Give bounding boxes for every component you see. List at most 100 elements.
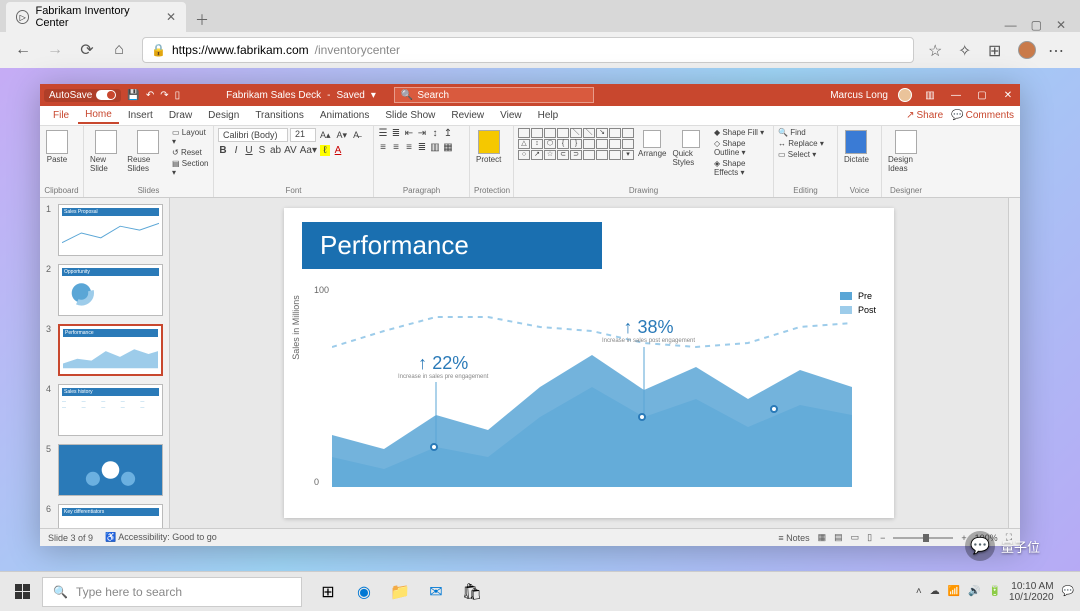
more-icon[interactable]: ⋯ (1048, 41, 1066, 59)
ppt-maximize-icon[interactable]: ▢ (974, 90, 990, 101)
menu-design[interactable]: Design (201, 108, 246, 123)
explorer-icon[interactable]: 📁 (384, 576, 416, 608)
design-ideas-button[interactable]: Design Ideas (886, 128, 926, 175)
zoom-slider[interactable] (893, 537, 953, 539)
user-avatar-icon[interactable] (898, 88, 912, 102)
menu-transitions[interactable]: Transitions (248, 108, 311, 123)
shadow-button[interactable]: ab (270, 145, 281, 156)
menu-slideshow[interactable]: Slide Show (378, 108, 442, 123)
shrink-font-icon[interactable]: A▾ (335, 130, 350, 141)
slide-canvas[interactable]: Performance Pre Post Sales in Millions 1… (170, 198, 1008, 528)
replace-button[interactable]: ↔ Replace ▾ (778, 139, 824, 148)
menu-file[interactable]: File (46, 108, 76, 123)
chart[interactable]: Pre Post Sales in Millions 100 0 (302, 277, 876, 497)
font-color-button[interactable]: A (333, 145, 343, 156)
reset-button[interactable]: ↺ Reset (172, 148, 209, 157)
slideshow-icon[interactable]: ▯ (175, 90, 181, 101)
new-slide-button[interactable]: New Slide (88, 128, 123, 175)
indent-dec-icon[interactable]: ⇤ (404, 128, 414, 139)
browser-tab[interactable]: ▷ Fabrikam Inventory Center ✕ (6, 2, 186, 32)
shape-effects-button[interactable]: ◈ Shape Effects ▾ (714, 159, 769, 177)
quick-styles-button[interactable]: Quick Styles (670, 128, 711, 169)
thumb-2[interactable]: 2Opportunity (46, 264, 163, 316)
zoom-out-icon[interactable]: − (880, 533, 885, 543)
notes-button[interactable]: ≡ Notes (778, 533, 809, 543)
reuse-slides-button[interactable]: Reuse Slides (125, 128, 170, 175)
task-view-icon[interactable]: ⊞ (312, 576, 344, 608)
share-button[interactable]: ↗ Share (906, 110, 943, 121)
smartart-icon[interactable]: ▦ (443, 142, 453, 153)
highlight-button[interactable]: ℓ (320, 145, 330, 156)
onedrive-icon[interactable]: ☁ (930, 586, 940, 597)
home-icon[interactable]: ⌂ (110, 41, 128, 59)
italic-button[interactable]: I (231, 145, 241, 156)
columns-icon[interactable]: ▥ (430, 142, 440, 153)
normal-view-icon[interactable]: ▦ (818, 532, 827, 543)
autosave-toggle[interactable]: AutoSave (44, 89, 121, 102)
battery-icon[interactable]: 🔋 (989, 586, 1001, 597)
comments-button[interactable]: 💬 Comments (951, 110, 1014, 121)
volume-icon[interactable]: 🔊 (968, 586, 980, 597)
url-input[interactable]: 🔒 https://www.fabrikam.com/inventorycent… (142, 37, 914, 63)
close-icon[interactable]: ✕ (1056, 18, 1066, 32)
wifi-icon[interactable]: 📶 (948, 586, 960, 597)
thumb-4[interactable]: 4Sales history—————————— (46, 384, 163, 436)
shape-fill-button[interactable]: ◆ Shape Fill ▾ (714, 128, 769, 137)
layout-button[interactable]: ▭ Layout ▾ (172, 128, 209, 146)
tab-close-icon[interactable]: ✕ (166, 10, 176, 24)
save-icon[interactable]: 💾 (127, 90, 139, 101)
clear-format-icon[interactable]: A̶ (351, 130, 361, 140)
tell-me-search[interactable]: 🔍 Search (394, 87, 594, 103)
ribbon-display-icon[interactable]: ▥ (922, 90, 938, 101)
thumb-3[interactable]: 3Performance (46, 324, 163, 376)
thumb-1[interactable]: 1Sales Proposal (46, 204, 163, 256)
thumb-6[interactable]: 6Key differentiators (46, 504, 163, 528)
maximize-icon[interactable]: ▢ (1031, 18, 1042, 32)
undo-icon[interactable]: ↶ (146, 90, 154, 101)
section-button[interactable]: ▤ Section ▾ (172, 159, 209, 177)
align-right-icon[interactable]: ≡ (404, 142, 414, 153)
chevron-down-icon[interactable]: ▾ (371, 90, 376, 101)
tray-chevron-icon[interactable]: ˄ (916, 586, 922, 597)
edge-icon[interactable]: ◉ (348, 576, 380, 608)
redo-icon[interactable]: ↷ (160, 90, 168, 101)
select-button[interactable]: ▭ Select ▾ (778, 150, 824, 159)
bullets-icon[interactable]: ☰ (378, 128, 388, 139)
grow-font-icon[interactable]: A▴ (318, 130, 333, 141)
vertical-scrollbar[interactable] (1008, 198, 1020, 528)
menu-insert[interactable]: Insert (121, 108, 160, 123)
spacing-button[interactable]: AV (284, 145, 297, 156)
menu-home[interactable]: Home (78, 107, 119, 124)
accessibility-status[interactable]: ♿ Accessibility: Good to go (105, 532, 217, 543)
align-center-icon[interactable]: ≡ (391, 142, 401, 153)
case-button[interactable]: Aa▾ (300, 145, 317, 156)
store-icon[interactable]: 🛍 (456, 576, 488, 608)
slide-count[interactable]: Slide 3 of 9 (48, 533, 93, 543)
font-family-select[interactable]: Calibri (Body) (218, 128, 288, 142)
ppt-minimize-icon[interactable]: — (948, 90, 964, 101)
arrange-button[interactable]: Arrange (636, 128, 668, 160)
menu-animations[interactable]: Animations (313, 108, 376, 123)
menu-help[interactable]: Help (531, 108, 566, 123)
align-left-icon[interactable]: ≡ (378, 142, 388, 153)
paste-button[interactable]: Paste (44, 128, 70, 166)
linespace-icon[interactable]: ↕ (430, 128, 440, 139)
back-icon[interactable]: ← (14, 41, 32, 59)
menu-draw[interactable]: Draw (162, 108, 199, 123)
textdir-icon[interactable]: ↥ (443, 128, 453, 139)
underline-button[interactable]: U (244, 145, 254, 156)
taskbar-search[interactable]: 🔍 Type here to search (42, 577, 302, 607)
profile-avatar[interactable] (1018, 41, 1036, 59)
font-size-select[interactable]: 21 (290, 128, 316, 142)
shape-outline-button[interactable]: ◇ Shape Outline ▾ (714, 139, 769, 157)
menu-view[interactable]: View (493, 108, 529, 123)
sorter-view-icon[interactable]: ▤ (834, 532, 843, 543)
ppt-close-icon[interactable]: ✕ (1000, 90, 1016, 101)
justify-icon[interactable]: ≣ (417, 142, 427, 153)
menu-review[interactable]: Review (444, 108, 491, 123)
indent-inc-icon[interactable]: ⇥ (417, 128, 427, 139)
strike-button[interactable]: S (257, 145, 267, 156)
numbering-icon[interactable]: ≣ (391, 128, 401, 139)
minimize-icon[interactable]: — (1005, 18, 1017, 32)
favorite-icon[interactable]: ☆ (928, 41, 946, 59)
